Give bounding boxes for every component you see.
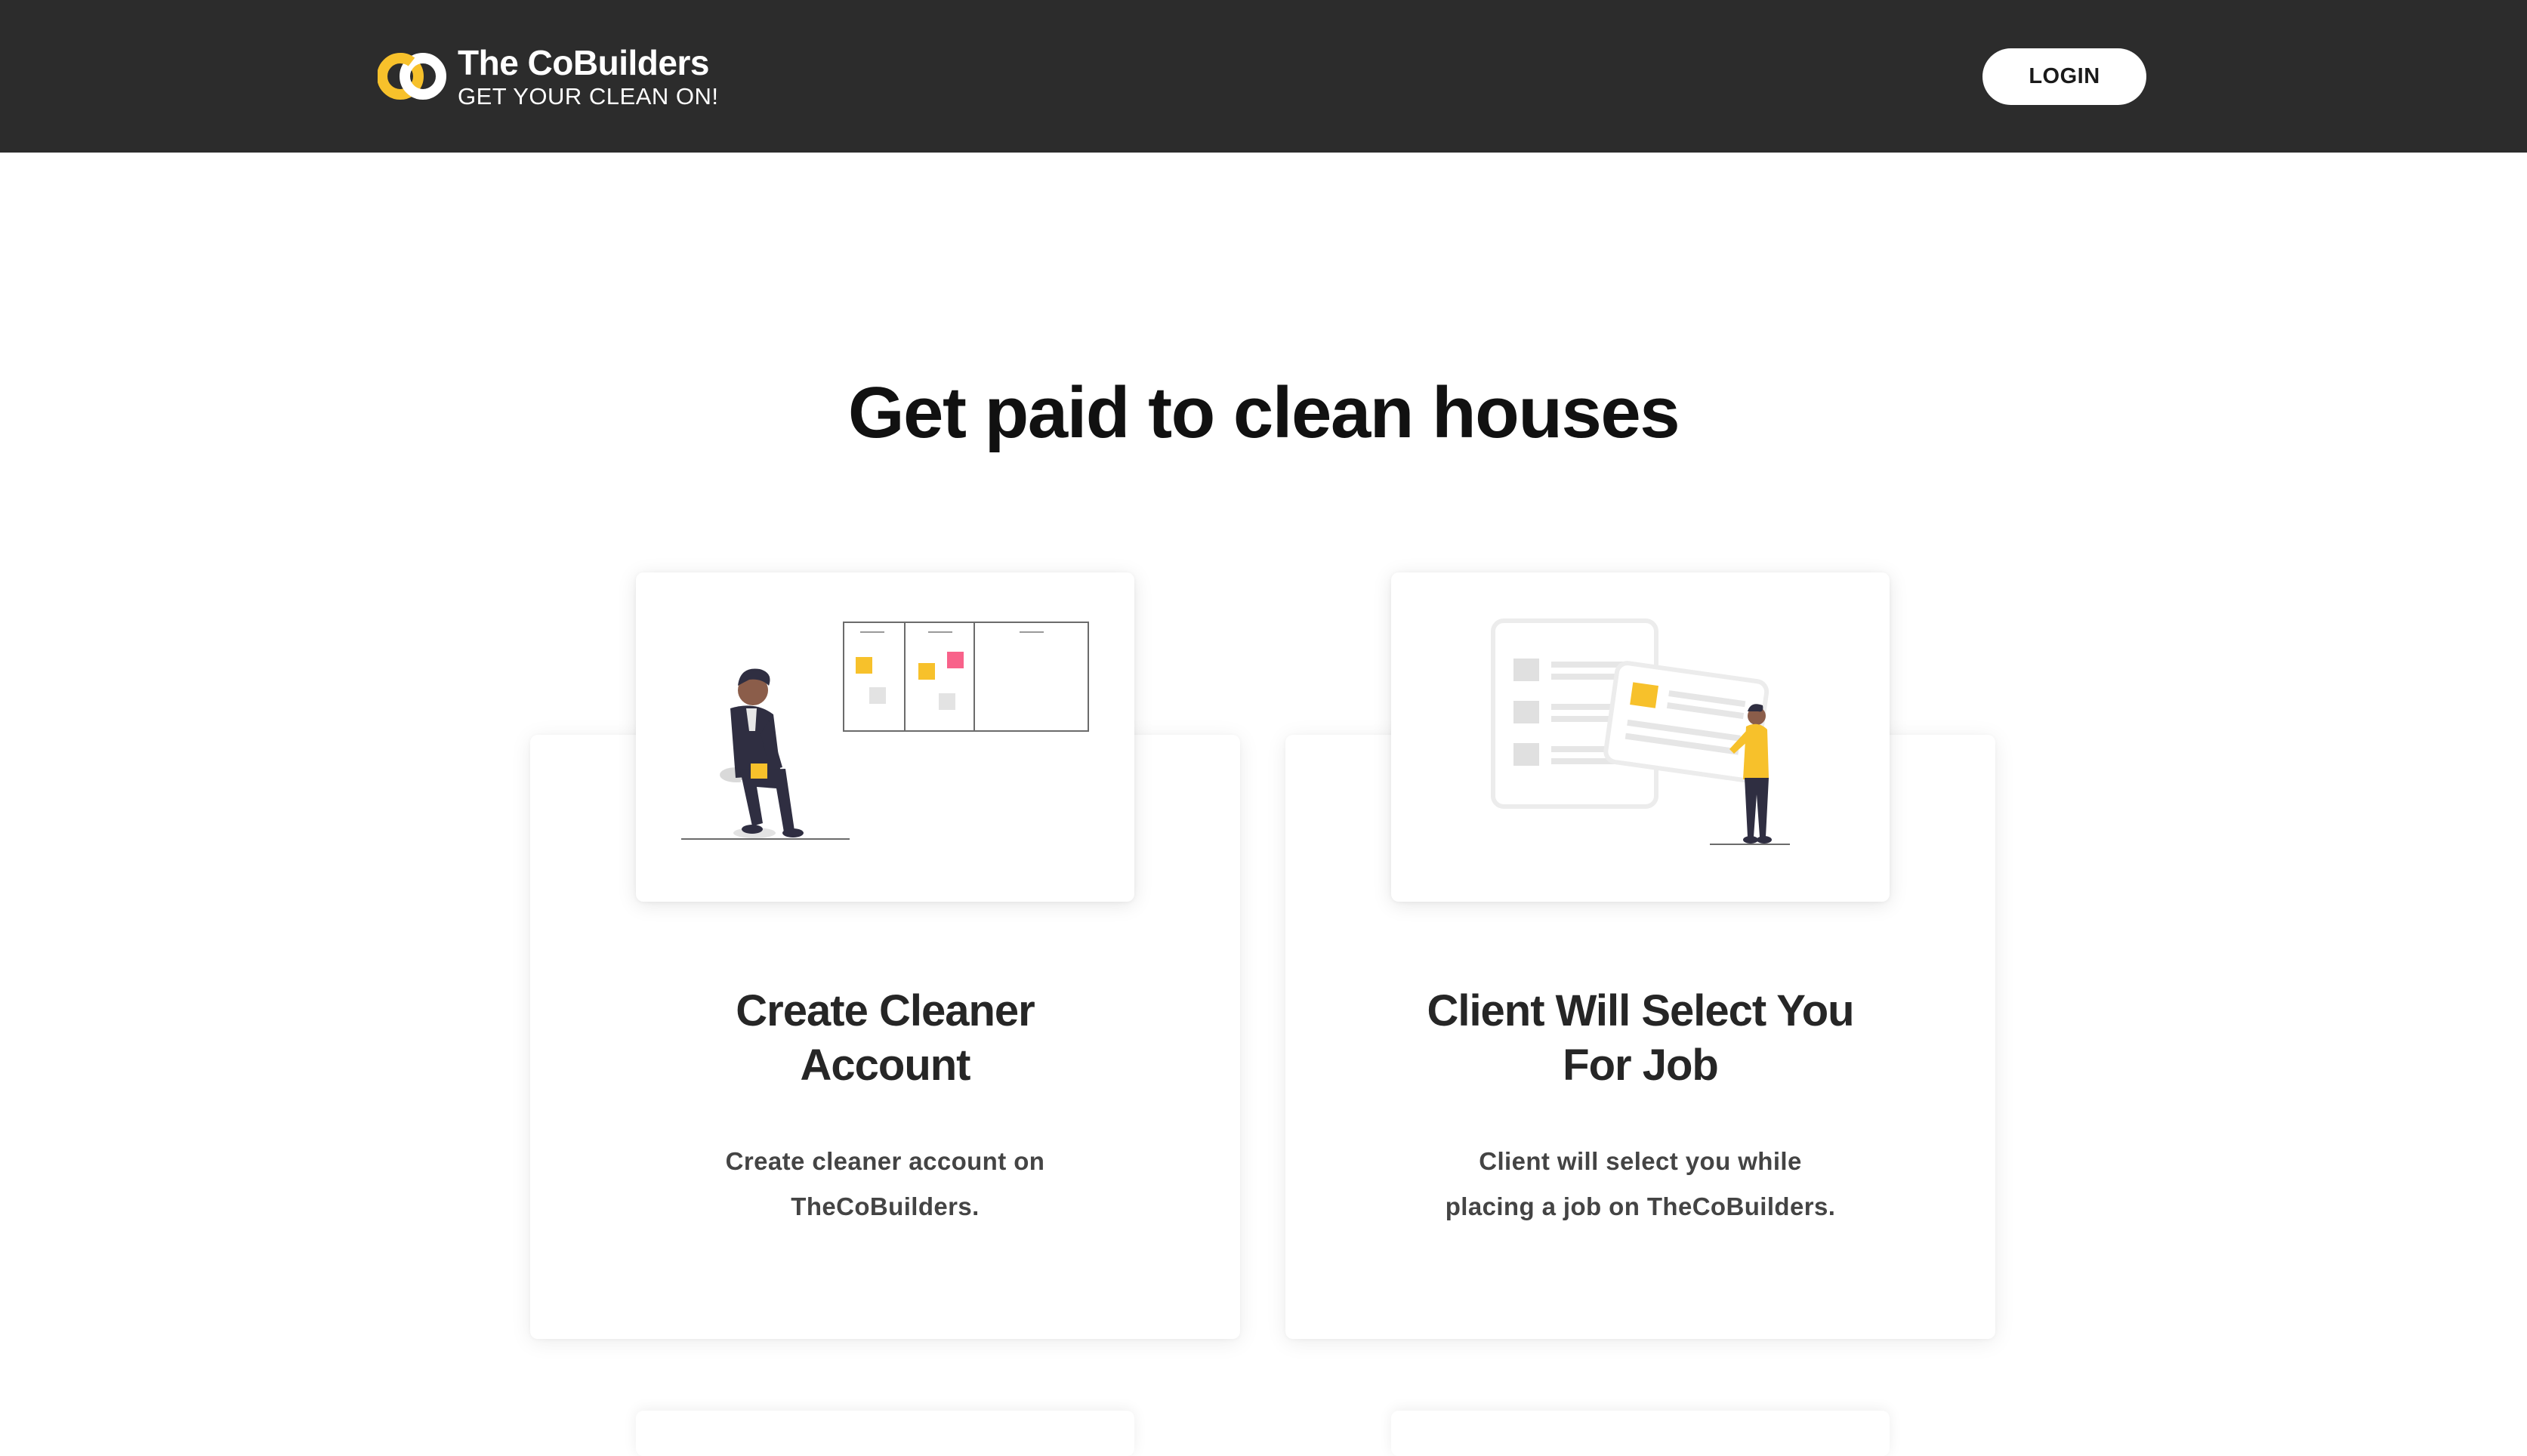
login-button[interactable]: LOGIN [1982,48,2146,105]
next-step-card-peek [636,1411,1134,1456]
step-title: Create Cleaner Account [736,986,1035,1090]
step-illustration-card [636,572,1134,902]
step-title: Client Will Select You For Job [1427,986,1854,1090]
brand-tagline: GET YOUR CLEAN ON! [458,82,719,110]
brand-name: The CoBuilders [458,42,709,82]
step-description: Create cleaner account on TheCoBuilders. [725,1147,1045,1220]
page-title: Get paid to clean houses [847,372,1680,453]
brand-logo-link[interactable]: The CoBuilders GET YOUR CLEAN ON! [378,42,719,110]
top-navigation-bar: The CoBuilders GET YOUR CLEAN ON! LOGIN [0,0,2527,153]
step-illustration-card [1391,572,1890,902]
person-sitting-task-board-illustration [681,622,1089,840]
person-holding-card-list-illustration [1491,618,1790,845]
next-step-card-peek [1391,1411,1890,1456]
step-description: Client will select you while placing a j… [1445,1147,1836,1220]
cobuilders-logo-icon [378,53,446,100]
